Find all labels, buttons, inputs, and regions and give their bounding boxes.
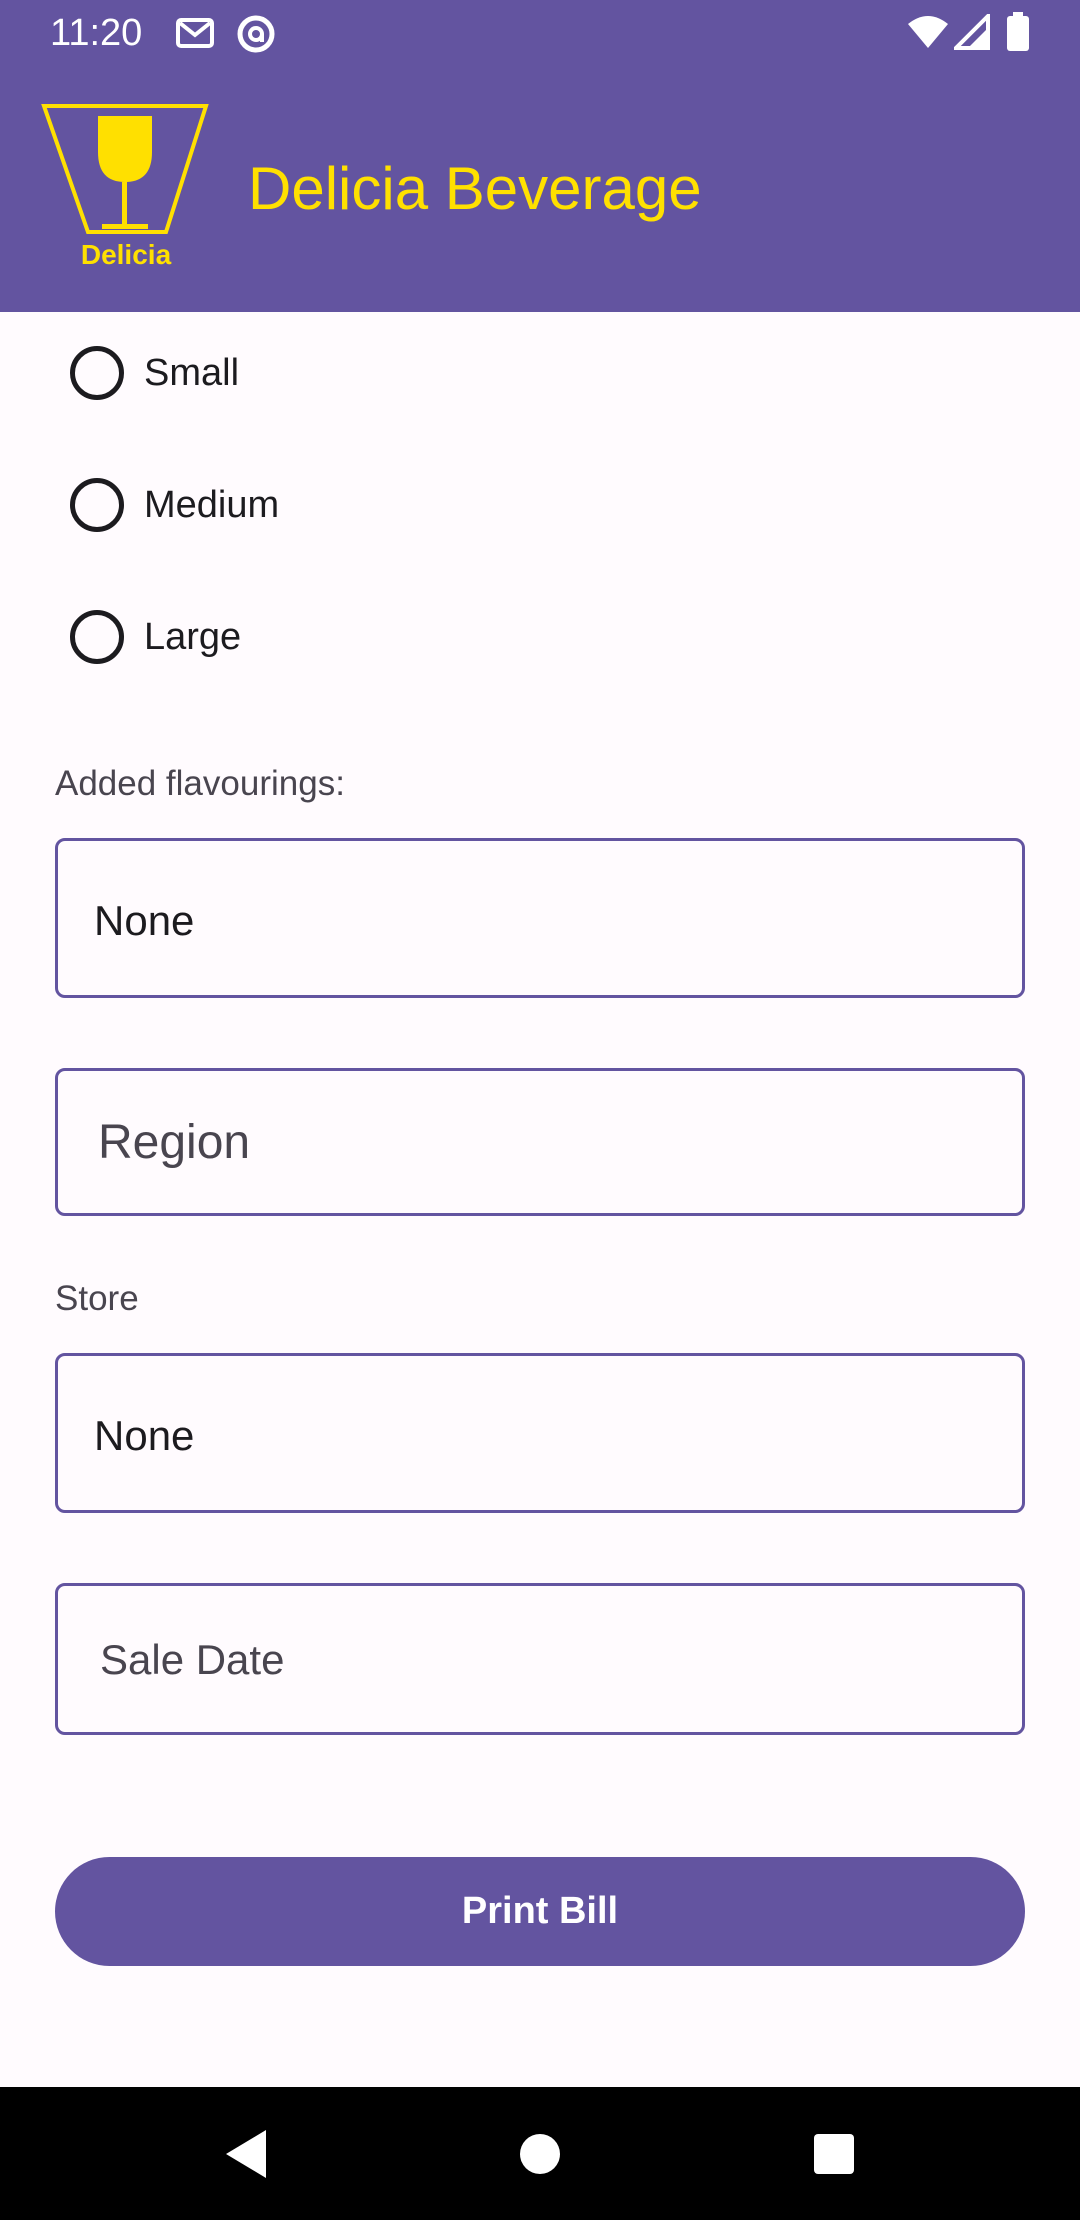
radio-button-icon[interactable] [70,478,124,532]
status-bar: 11:20 [0,0,1080,66]
cell-signal-icon [951,11,990,55]
region-placeholder: Region [98,1116,251,1169]
store-dropdown[interactable]: None [55,1353,1025,1513]
region-input[interactable]: Region [55,1068,1025,1216]
gmail-icon [176,18,214,53]
home-icon[interactable] [480,2087,600,2220]
back-icon[interactable] [186,2087,306,2220]
at-sign-icon [236,14,276,59]
svg-text:Delicia: Delicia [81,239,172,270]
sale-date-input[interactable]: Sale Date [55,1583,1025,1735]
radio-label-small: Small [144,351,240,394]
flavourings-label: Added flavourings: [55,764,345,803]
delicia-logo: Delicia [40,102,212,272]
app-title: Delicia Beverage [248,155,702,222]
store-value: None [94,1412,195,1459]
status-time: 11:20 [50,12,143,54]
radio-button-icon[interactable] [70,610,124,664]
radio-medium[interactable]: Medium [70,470,279,540]
radio-label-large: Large [144,615,242,658]
flavourings-dropdown[interactable]: None [55,838,1025,998]
radio-small[interactable]: Small [70,338,239,408]
recents-icon[interactable] [774,2087,894,2220]
radio-button-icon[interactable] [70,346,124,400]
flavourings-value: None [94,897,195,944]
radio-label-medium: Medium [144,483,280,526]
navigation-bar [0,2087,1080,2220]
wifi-icon [906,14,950,55]
store-label: Store [55,1279,139,1318]
sale-date-placeholder: Sale Date [100,1636,285,1683]
battery-icon [1006,12,1030,57]
print-bill-button[interactable]: Print Bill [55,1857,1025,1966]
app-bar: Delicia Delicia Beverage [0,66,1080,312]
radio-large[interactable]: Large [70,602,241,672]
